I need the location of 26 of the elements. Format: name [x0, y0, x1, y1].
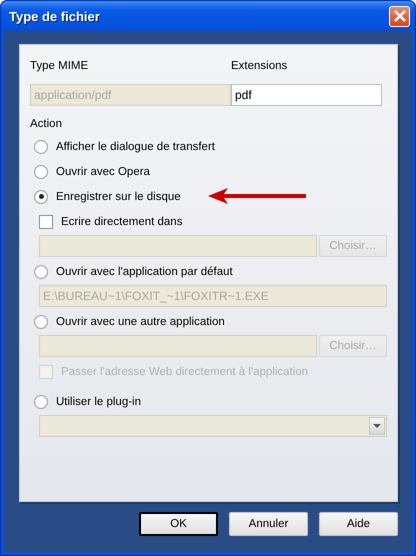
option-label: Ouvrir avec une autre application — [56, 316, 225, 328]
window-title: Type de fichier — [9, 8, 100, 24]
extensions-field[interactable]: pdf — [231, 84, 382, 106]
radio-button[interactable] — [34, 264, 48, 278]
caret-icon — [373, 424, 381, 428]
option-label: Utiliser le plug-in — [56, 396, 142, 408]
option-label: Enregistrer sur le disque — [56, 190, 181, 202]
option-label: Ouvrir avec Opera — [56, 166, 150, 178]
radio-button[interactable] — [34, 140, 48, 154]
radio-button[interactable] — [34, 394, 48, 408]
radio-button[interactable] — [34, 314, 48, 328]
mime-label: Type MIME — [30, 60, 90, 72]
checkbox-label: Passer l'adresse Web directement à l'application — [61, 366, 308, 378]
dialog-button[interactable]: OK — [139, 512, 218, 536]
close-icon — [394, 10, 406, 22]
dialog-button[interactable]: Annuler — [229, 512, 308, 536]
action-label: Action — [30, 118, 63, 132]
close-button[interactable] — [389, 6, 410, 26]
radio-button[interactable] — [34, 190, 48, 204]
dialog-button[interactable]: Aide — [319, 512, 398, 536]
checkbox-label: Ecrire directement dans — [61, 216, 182, 228]
radio-button[interactable] — [34, 164, 48, 178]
extensions-label: Extensions — [231, 60, 288, 72]
option-label: Ouvrir avec l'application par défaut — [56, 266, 233, 278]
option-label: Afficher le dialogue de transfert — [56, 140, 215, 152]
checkbox[interactable] — [39, 214, 53, 228]
